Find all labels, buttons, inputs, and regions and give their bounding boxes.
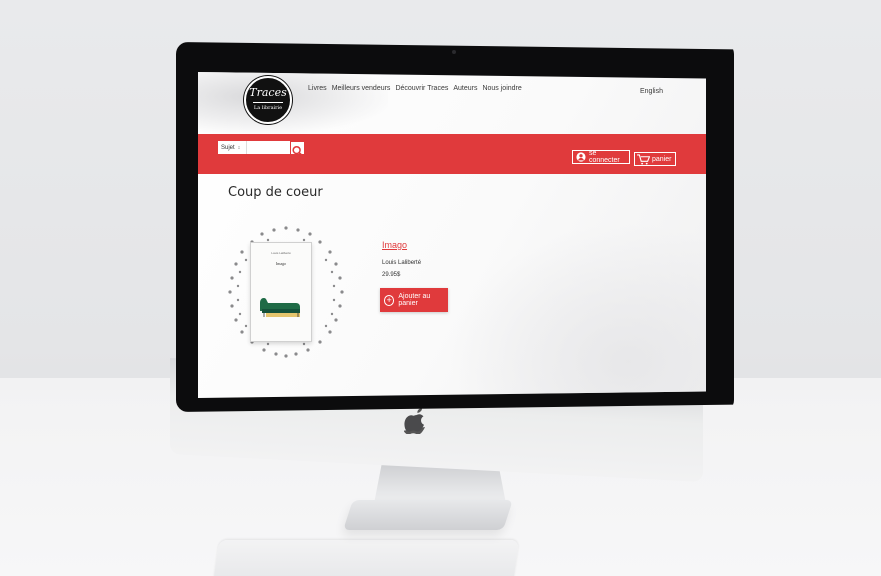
section-title: Coup de coeur — [228, 185, 323, 200]
logo-subtitle: La librairie — [253, 105, 283, 111]
site-logo[interactable]: Traces La librairie — [244, 76, 292, 124]
cart-label: panier — [652, 155, 672, 163]
select-arrows-icon: ↕ — [237, 144, 241, 151]
nav-item-livres[interactable]: Livres — [308, 85, 327, 92]
cart-button[interactable]: panier — [634, 152, 676, 166]
nav-item-meilleurs-vendeurs[interactable]: Meilleurs vendeurs — [332, 85, 391, 92]
product-title-link[interactable]: Imago — [382, 240, 407, 250]
search-input[interactable] — [246, 141, 290, 154]
main-nav: Livres Meilleurs vendeurs Découvrir Trac… — [308, 85, 522, 92]
search-subject-select[interactable]: Sujet ↕ — [218, 145, 246, 151]
search-box: Sujet ↕ — [218, 141, 290, 154]
apple-logo-icon — [404, 408, 425, 434]
search-icon — [292, 145, 304, 157]
cover-title: Imago — [275, 261, 287, 266]
add-to-cart-button[interactable]: + Ajouter au panier — [380, 288, 448, 312]
search-select-label: Sujet — [221, 144, 235, 151]
website-screen: Traces La librairie Livres Meilleurs ven… — [198, 72, 706, 398]
login-label: se connecter — [588, 150, 620, 164]
logo-divider — [253, 102, 283, 103]
keyboard — [212, 540, 520, 576]
nav-item-nous-joindre[interactable]: Nous joindre — [482, 85, 521, 92]
login-button[interactable]: se connecter — [572, 150, 630, 164]
logo-title: Traces — [249, 86, 287, 99]
cover-author: Louis Laliberté — [271, 251, 291, 255]
header-background — [198, 72, 388, 134]
background-shine — [448, 222, 706, 398]
product-price: 29.95$ — [382, 272, 401, 278]
language-switch[interactable]: English — [640, 88, 663, 95]
search-button[interactable] — [290, 141, 305, 157]
book-cover-imago[interactable]: Louis Laliberté Imago — [250, 242, 312, 342]
monitor-stand-base — [343, 500, 513, 530]
nav-item-decouvrir-traces[interactable]: Découvrir Traces — [395, 85, 448, 92]
shopping-cart-icon — [637, 153, 650, 165]
plus-circle-icon: + — [384, 294, 395, 306]
cover-illustration-sofa — [260, 298, 300, 317]
add-to-cart-label: Ajouter au panier — [398, 293, 431, 307]
product-author: Louis Laliberté — [382, 260, 422, 266]
user-icon — [576, 152, 586, 162]
camera-icon — [452, 50, 456, 54]
nav-item-auteurs[interactable]: Auteurs — [453, 85, 477, 92]
